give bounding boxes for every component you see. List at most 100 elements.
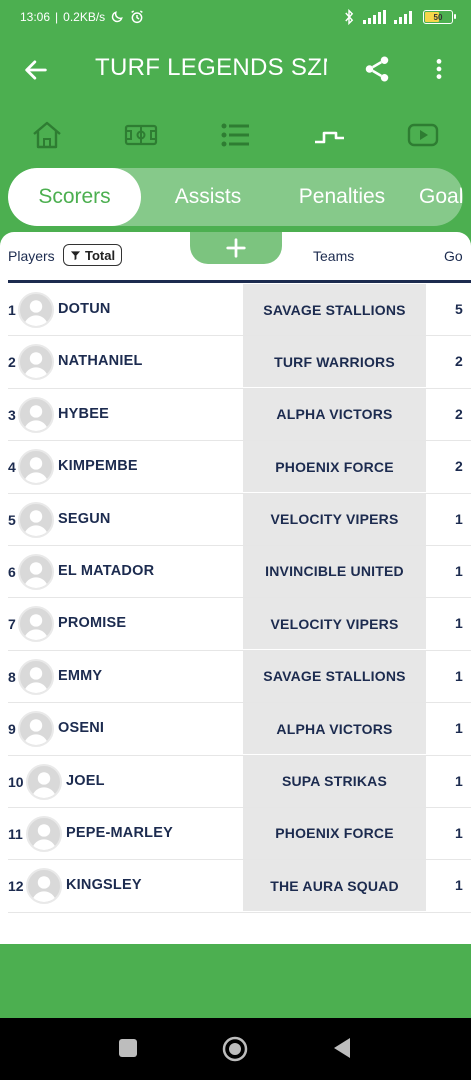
list-icon[interactable] bbox=[218, 120, 252, 150]
tab-penalties[interactable]: Penalties bbox=[280, 168, 404, 226]
goals-count: 1 bbox=[455, 510, 463, 527]
filter-icon bbox=[70, 250, 81, 260]
table-row[interactable]: 7 PROMISE VELOCITY VIPERS 1 bbox=[8, 598, 471, 651]
status-time: 13:06 bbox=[20, 10, 51, 24]
team-name: PHOENIX FORCE bbox=[243, 441, 426, 493]
table-row[interactable]: 11 PEPE-MARLEY PHOENIX FORCE 1 bbox=[8, 807, 471, 861]
table-row[interactable]: 12 KINGSLEY THE AURA SQUAD 1 bbox=[8, 860, 471, 913]
avatar bbox=[18, 396, 54, 433]
header-divider bbox=[8, 280, 471, 283]
table-row[interactable]: 2 NATHANIEL TURF WARRIORS 2 bbox=[8, 336, 471, 389]
scorers-table: Players Total Teams Go 1 DOTUN SAVAGE ST… bbox=[0, 232, 471, 944]
row-rank: 8 bbox=[8, 668, 16, 685]
team-name: SAVAGE STALLIONS bbox=[243, 650, 426, 702]
more-vertical-icon[interactable] bbox=[426, 54, 452, 84]
bracket-icon[interactable] bbox=[312, 120, 346, 150]
avatar bbox=[18, 501, 54, 538]
status-speed: 0.2KB/s bbox=[63, 10, 106, 24]
app-bar: TURF LEGENDS SZN bbox=[0, 34, 471, 104]
player-name: NATHANIEL bbox=[58, 353, 143, 370]
avatar bbox=[18, 344, 54, 381]
avatar bbox=[26, 868, 62, 905]
goals-count: 1 bbox=[455, 877, 463, 894]
goals-count: 2 bbox=[455, 405, 463, 422]
row-rank: 7 bbox=[8, 616, 16, 633]
row-rank: 6 bbox=[8, 563, 16, 580]
team-name: PHOENIX FORCE bbox=[243, 807, 426, 859]
table-row[interactable]: 3 HYBEE ALPHA VICTORS 2 bbox=[8, 388, 471, 442]
row-rank: 3 bbox=[8, 406, 16, 423]
tab-assists[interactable]: Assists bbox=[148, 168, 268, 226]
filter-label: Total bbox=[85, 247, 116, 263]
alarm-icon bbox=[131, 10, 143, 24]
header-players: Players bbox=[8, 248, 55, 264]
team-name: ALPHA VICTORS bbox=[243, 703, 426, 755]
recents-icon[interactable] bbox=[118, 1037, 138, 1059]
avatar bbox=[18, 449, 54, 486]
avatar bbox=[18, 292, 54, 328]
goals-count: 1 bbox=[455, 562, 463, 579]
plus-icon bbox=[226, 238, 246, 258]
avatar bbox=[18, 711, 54, 748]
system-nav-bar bbox=[0, 1018, 471, 1080]
back-triangle-icon[interactable] bbox=[332, 1037, 352, 1059]
table-row[interactable]: 1 DOTUN SAVAGE STALLIONS 5 bbox=[8, 284, 471, 337]
tab-goal[interactable]: Goal bbox=[416, 168, 463, 226]
goals-count: 1 bbox=[455, 667, 463, 684]
team-name: SUPA STRIKAS bbox=[243, 755, 426, 807]
add-button[interactable] bbox=[190, 232, 282, 264]
row-rank: 9 bbox=[8, 721, 16, 738]
team-name: VELOCITY VIPERS bbox=[243, 598, 426, 650]
player-name: DOTUN bbox=[58, 301, 111, 317]
row-rank: 4 bbox=[8, 459, 16, 476]
status-bar: 13:06 | 0.2KB/s 50 bbox=[0, 0, 471, 34]
stats-tabs: Scorers Assists Penalties Goal bbox=[8, 168, 463, 226]
video-icon[interactable] bbox=[406, 120, 440, 150]
team-name: ALPHA VICTORS bbox=[243, 388, 426, 440]
player-name: PEPE-MARLEY bbox=[66, 824, 173, 841]
battery-level: 50 bbox=[433, 12, 443, 22]
signal-icon bbox=[363, 10, 386, 24]
tab-scorers[interactable]: Scorers bbox=[8, 168, 141, 226]
row-rank: 2 bbox=[8, 354, 16, 371]
goals-count: 1 bbox=[455, 772, 463, 789]
home-icon[interactable] bbox=[30, 120, 64, 150]
scorers-list: 1 DOTUN SAVAGE STALLIONS 5 2 NATHANIEL T… bbox=[0, 284, 471, 913]
avatar bbox=[18, 606, 54, 643]
team-name: VELOCITY VIPERS bbox=[243, 493, 426, 545]
bluetooth-icon bbox=[345, 9, 354, 25]
share-icon[interactable] bbox=[362, 54, 392, 84]
goals-count: 5 bbox=[455, 301, 463, 317]
page-title: TURF LEGENDS SZN bbox=[95, 54, 327, 81]
filter-button[interactable]: Total bbox=[63, 244, 123, 266]
signal-icon-2 bbox=[394, 11, 412, 24]
table-row[interactable]: 9 OSENI ALPHA VICTORS 1 bbox=[8, 703, 471, 756]
goals-count: 1 bbox=[455, 615, 463, 632]
home-circle-icon[interactable] bbox=[222, 1036, 248, 1062]
team-name: SAVAGE STALLIONS bbox=[243, 284, 426, 335]
table-row[interactable]: 4 KIMPEMBE PHOENIX FORCE 2 bbox=[8, 441, 471, 494]
player-name: SEGUN bbox=[58, 510, 111, 527]
goals-count: 2 bbox=[455, 458, 463, 475]
back-arrow-icon[interactable] bbox=[22, 56, 50, 84]
table-row[interactable]: 6 EL MATADOR INVINCIBLE UNITED 1 bbox=[8, 545, 471, 599]
player-name: OSENI bbox=[58, 720, 105, 737]
row-rank: 5 bbox=[8, 511, 16, 528]
moon-icon bbox=[112, 11, 123, 23]
row-rank: 12 bbox=[8, 878, 24, 895]
row-rank: 10 bbox=[8, 773, 24, 790]
pitch-icon[interactable] bbox=[124, 120, 158, 150]
table-row[interactable]: 5 SEGUN VELOCITY VIPERS 1 bbox=[8, 493, 471, 546]
avatar bbox=[18, 658, 54, 695]
player-name: HYBEE bbox=[58, 405, 109, 422]
goals-count: 2 bbox=[455, 353, 463, 370]
header-teams: Teams bbox=[313, 248, 355, 264]
player-name: PROMISE bbox=[58, 615, 127, 632]
team-name: TURF WARRIORS bbox=[243, 336, 426, 388]
table-row[interactable]: 10 JOEL SUPA STRIKAS 1 bbox=[8, 755, 471, 808]
team-name: INVINCIBLE UNITED bbox=[243, 545, 426, 597]
section-nav bbox=[0, 110, 471, 160]
table-row[interactable]: 8 EMMY SAVAGE STALLIONS 1 bbox=[8, 650, 471, 704]
battery-icon: 50 bbox=[423, 10, 456, 24]
player-name: JOEL bbox=[66, 772, 105, 789]
